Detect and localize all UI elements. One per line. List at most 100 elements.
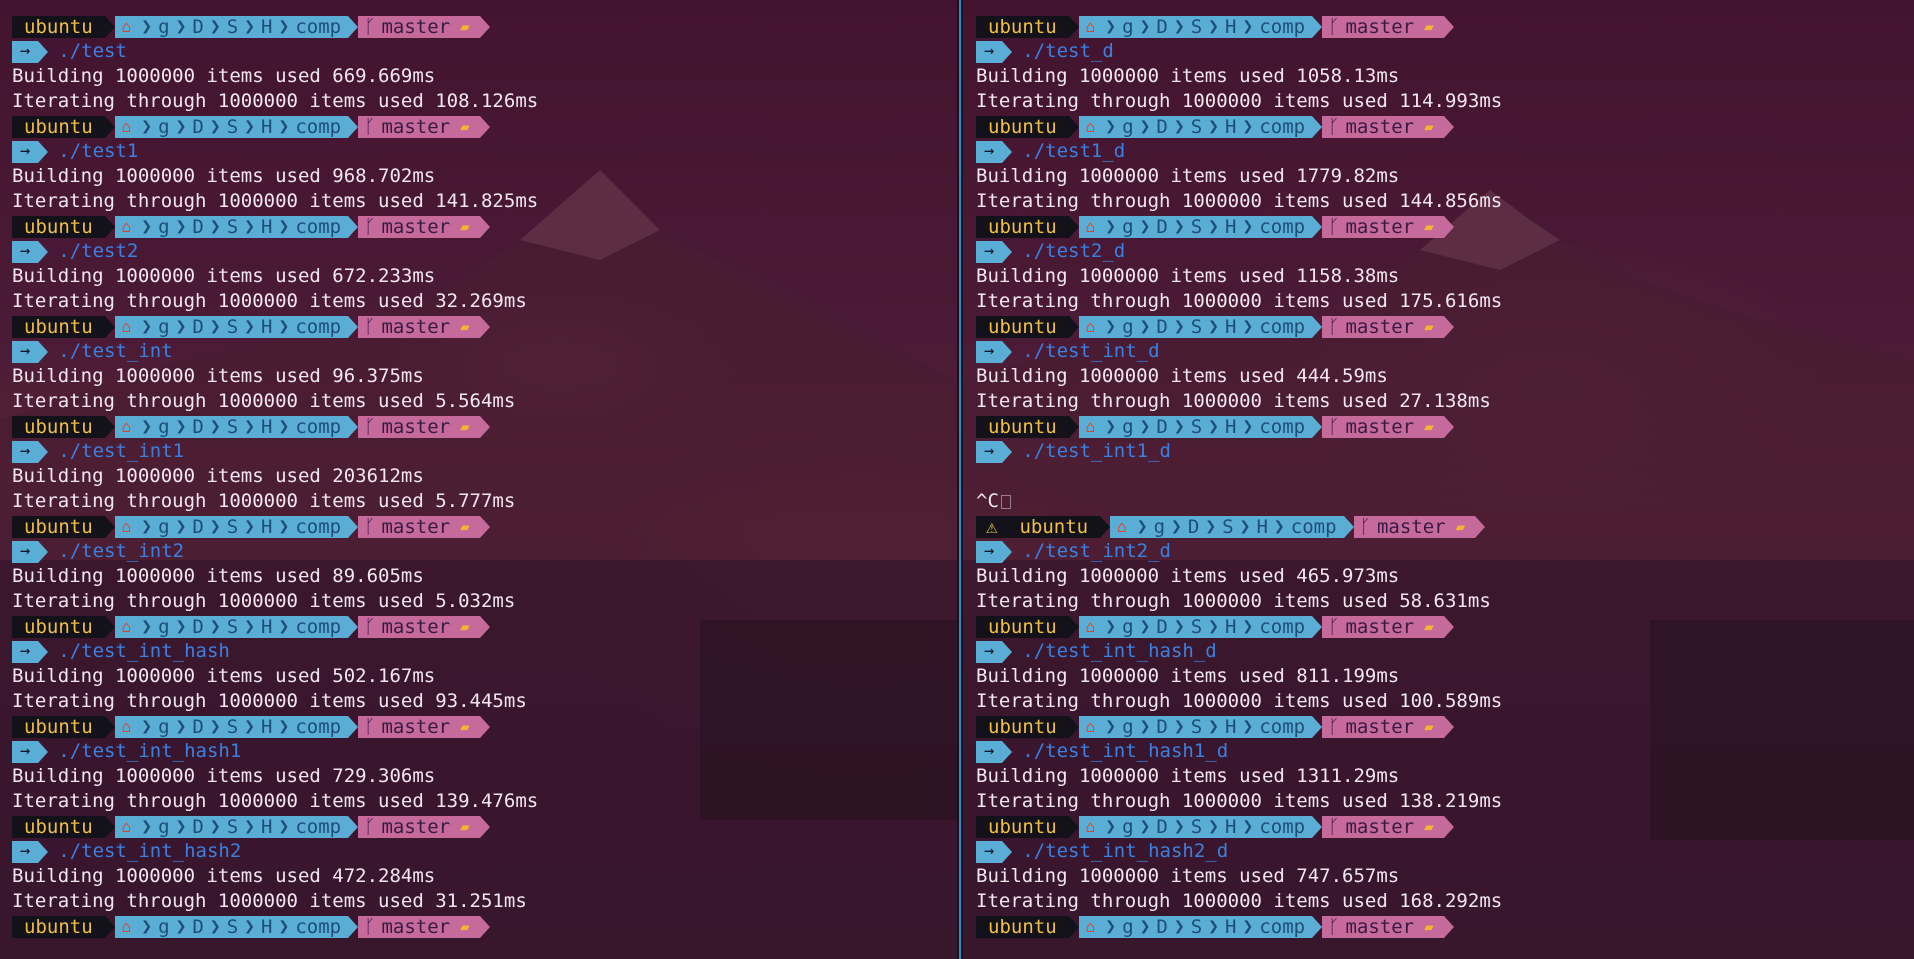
path-separator-icon: ❯ [1242,315,1254,337]
git-branch-icon: ᚴ [1328,15,1340,38]
path-segment: H [261,15,273,38]
prompt-path: ⌂ ❯ g ❯ D ❯ S ❯ H ❯ comp [1078,215,1313,238]
path-separator-icon: ❯ [141,215,153,237]
prompt-host: ubuntu [976,15,1069,38]
path-separator-icon: ❯ [1173,815,1185,837]
segment-separator [1068,215,1079,238]
path-segment: S [226,15,239,38]
segment-separator [348,615,359,638]
prompt-arrow: → [12,240,39,263]
command-text: ./test_int_hash [58,640,230,662]
path-separator-icon: ❯ [1208,315,1220,337]
git-branch-icon: ᚴ [364,315,376,338]
segment-separator [1312,15,1323,38]
path-separator-icon: ❯ [244,615,256,637]
path-segment: D [1156,815,1168,838]
prompt-host: ubuntu [12,815,105,838]
segment-separator [1002,740,1013,763]
left-pane[interactable]: ubuntu ⌂ ❯ g ❯ D ❯ S ❯ H ❯ comp ᚴ master ▰ → ./test Build… [0,0,957,959]
prompt-git-branch: ᚴ master ▰ [1322,915,1444,938]
path-separator-icon: ❯ [1173,415,1185,437]
path-separator-icon: ❯ [1173,15,1185,37]
output-build-line: Building 1000000 items used 502.167ms [12,665,436,687]
path-segment: D [192,15,204,38]
segment-separator [38,840,49,863]
path-separator-icon: ❯ [141,615,153,637]
path-segment: g [158,615,170,638]
prompt-line: ubuntu ⌂ ❯ g ❯ D ❯ S ❯ H ❯ comp ᚴ master ▰ [976,14,1502,39]
command-text: ./test2 [58,240,139,262]
segment-separator [1002,840,1013,863]
prompt-arrow: → [12,640,39,663]
command-text: ./test_int2_d [1022,540,1171,562]
folder-icon: ▰ [1424,116,1434,136]
prompt-git-branch: ᚴ master ▰ [358,715,480,738]
git-branch-icon: ᚴ [1328,115,1340,138]
command-text: ./test [58,40,127,62]
home-icon: ⌂ [1085,116,1096,136]
git-branch-icon: ᚴ [1328,815,1340,838]
path-separator-icon: ❯ [209,315,221,337]
segment-separator [1002,40,1013,63]
git-branch-name: master [381,915,451,938]
path-segment: g [1122,715,1134,738]
segment-separator [1443,415,1454,438]
path-segment: comp [1259,215,1306,238]
prompt-host: ubuntu [976,715,1069,738]
segment-separator [479,315,490,338]
segment-separator [479,115,490,138]
prompt-path: ⌂ ❯ g ❯ D ❯ S ❯ H ❯ comp [114,915,349,938]
git-branch-icon: ᚴ [364,15,376,38]
segment-separator [38,240,49,263]
path-separator-icon: ❯ [244,515,256,537]
right-pane[interactable]: ubuntu ⌂ ❯ g ❯ D ❯ S ❯ H ❯ comp ᚴ master ▰ → ./test_d Bui… [963,0,1914,959]
path-segment: S [1222,515,1234,538]
prompt-git-branch: ᚴ master ▰ [1353,515,1476,538]
path-segment: comp [295,215,342,238]
git-branch-icon: ᚴ [364,615,376,638]
segment-separator [348,315,359,338]
prompt-arrow: → [12,740,39,763]
segment-separator [479,815,490,838]
segment-separator [1068,315,1079,338]
path-separator-icon: ❯ [1105,15,1117,37]
prompt-host: ubuntu [12,615,105,638]
path-separator-icon: ❯ [1242,215,1254,237]
cursor-icon [1000,494,1011,509]
segment-separator [1068,915,1079,938]
path-separator-icon: ❯ [1208,415,1220,437]
segment-separator [1068,115,1079,138]
path-segment: S [226,415,239,438]
prompt-arrow: → [976,140,1003,163]
folder-icon: ▰ [460,16,470,36]
path-separator-icon: ❯ [1139,15,1151,37]
path-segment: H [1225,615,1237,638]
prompt-path: ⌂ ❯ g ❯ D ❯ S ❯ H ❯ comp [114,415,349,438]
segment-separator [348,515,359,538]
command-line: → ./test_int_hash1_d [976,739,1502,764]
path-separator-icon: ❯ [1139,915,1151,937]
prompt-line: ubuntu ⌂ ❯ g ❯ D ❯ S ❯ H ❯ comp ᚴ master ▰ [12,514,538,539]
git-branch-name: master [1345,715,1415,738]
path-segment: comp [295,15,342,38]
segment-separator [1475,515,1486,538]
segment-separator [1312,215,1323,238]
command-line: → ./test_int_d [976,339,1502,364]
prompt-path: ⌂ ❯ g ❯ D ❯ S ❯ H ❯ comp [114,315,349,338]
path-segment: H [261,415,273,438]
git-branch-name: master [381,715,451,738]
segment-separator [38,740,49,763]
output-iter-line: Iterating through 1000000 items used 5.5… [12,390,516,412]
segment-separator [479,15,490,38]
prompt-git-branch: ᚴ master ▰ [1322,815,1444,838]
path-segment: comp [1259,15,1306,38]
command-text: ./test_int1 [58,440,185,462]
prompt-path: ⌂ ❯ g ❯ D ❯ S ❯ H ❯ comp [114,215,349,238]
path-segment: H [1225,315,1237,338]
path-segment: comp [1259,915,1306,938]
path-segment: comp [295,315,342,338]
command-line: → ./test_int_hash2_d [976,839,1502,864]
folder-icon: ▰ [460,816,470,836]
path-segment: g [158,415,170,438]
folder-icon: ▰ [1424,316,1434,336]
